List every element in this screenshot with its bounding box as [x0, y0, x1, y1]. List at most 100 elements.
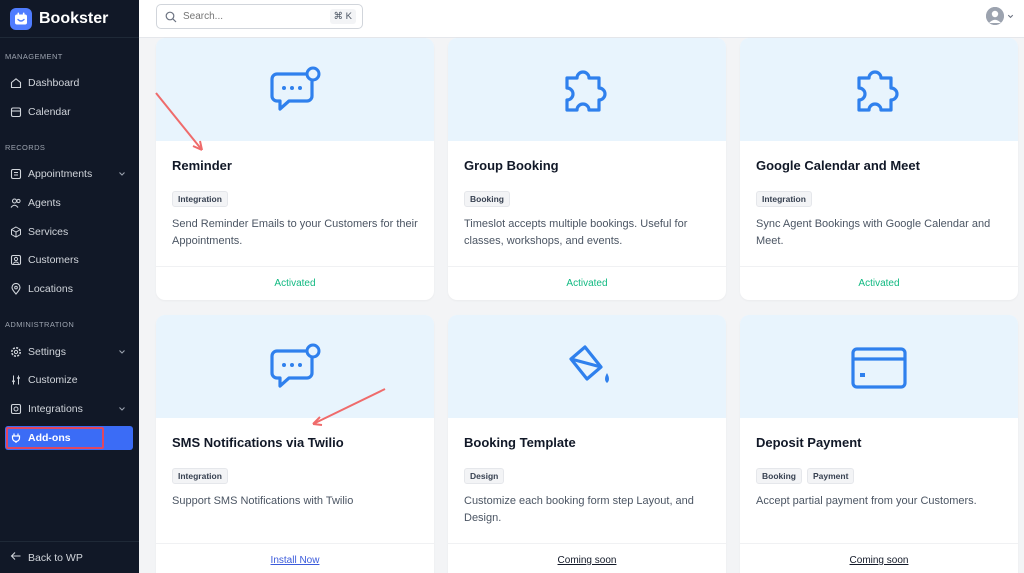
tag: Booking — [756, 468, 802, 484]
card-description: Timeslot accepts multiple bookings. Usef… — [464, 218, 688, 247]
status-activated: Activated — [274, 278, 316, 289]
card-description: Send Reminder Emails to your Customers f… — [172, 218, 418, 247]
addon-card-google-calendar: Google Calendar and Meet Integration Syn… — [740, 38, 1018, 300]
card-footer: Activated — [448, 266, 726, 300]
tag: Design — [464, 468, 505, 484]
sidebar-item-label: Settings — [28, 346, 66, 358]
sidebar-item-label: Customers — [28, 254, 79, 266]
brand[interactable]: Bookster — [0, 0, 139, 38]
sidebar-item-label: Services — [28, 226, 69, 238]
card-banner — [448, 38, 726, 141]
chevron-down-icon[interactable] — [117, 347, 127, 357]
arrow-left-icon — [10, 550, 22, 565]
sidebar-item-label: Appointments — [28, 168, 93, 180]
coming-soon-link[interactable]: Coming soon — [558, 555, 617, 566]
tag: Integration — [172, 468, 228, 484]
card-title: Google Calendar and Meet — [756, 158, 920, 173]
card-title: Group Booking — [464, 158, 559, 173]
sidebar-item-agents[interactable]: Agents — [5, 191, 133, 215]
tag: Payment — [807, 468, 855, 484]
card-title: SMS Notifications via Twilio — [172, 435, 344, 450]
section-label-records: RECORDS — [5, 143, 46, 152]
topbar: ⌘ K — [139, 0, 1024, 38]
sidebar-item-settings[interactable]: Settings — [5, 340, 133, 364]
card-tags: Integration — [172, 191, 228, 207]
card-description: Accept partial payment from your Custome… — [756, 495, 977, 507]
card-title: Booking Template — [464, 435, 576, 450]
home-icon — [10, 77, 22, 89]
card-tags: Integration — [172, 468, 228, 484]
search-shortcut-badge: ⌘ K — [329, 9, 356, 24]
card-title: Deposit Payment — [756, 435, 862, 450]
card-footer: Activated — [156, 266, 434, 300]
search-box[interactable]: ⌘ K — [156, 4, 363, 29]
card-banner — [740, 38, 1018, 141]
status-activated: Activated — [858, 278, 900, 289]
card-footer: Install Now — [156, 543, 434, 573]
sidebar-item-calendar[interactable]: Calendar — [5, 100, 133, 124]
tag: Integration — [756, 191, 812, 207]
addon-card-group-booking: Group Booking Booking Timeslot accepts m… — [448, 38, 726, 300]
card-tags: Booking Payment — [756, 468, 855, 484]
sidebar-item-appointments[interactable]: Appointments — [5, 162, 133, 186]
card-tags: Booking — [464, 191, 510, 207]
back-to-wp-link[interactable]: Back to WP — [0, 541, 139, 573]
sidebar-item-integrations[interactable]: Integrations — [5, 397, 133, 421]
sidebar-item-label: Dashboard — [28, 77, 80, 89]
chevron-down-icon[interactable] — [117, 169, 127, 179]
puzzle-icon — [565, 69, 607, 112]
sidebar-item-customers[interactable]: Customers — [5, 248, 133, 272]
card-banner — [156, 38, 434, 141]
customer-icon — [10, 254, 22, 266]
integrations-icon — [10, 403, 22, 415]
avatar — [986, 7, 1004, 25]
user-menu[interactable] — [986, 7, 1015, 25]
location-icon — [10, 283, 22, 295]
sidebar-item-label: Locations — [28, 283, 73, 295]
section-label-management: MANAGEMENT — [5, 52, 63, 61]
card-description: Customize each booking form step Layout,… — [464, 495, 694, 524]
appointments-icon — [10, 168, 22, 180]
card-description: Support SMS Notifications with Twilio — [172, 495, 354, 507]
search-input[interactable] — [183, 11, 323, 22]
card-title: Reminder — [172, 158, 232, 173]
chevron-down-icon[interactable] — [117, 404, 127, 414]
plug-icon — [10, 432, 22, 444]
puzzle-icon — [857, 69, 899, 112]
sliders-icon — [10, 374, 22, 386]
status-activated: Activated — [566, 278, 608, 289]
coming-soon-link[interactable]: Coming soon — [850, 555, 909, 566]
credit-card-icon — [851, 346, 907, 389]
message-notification-icon — [270, 66, 321, 111]
addon-card-booking-template: Booking Template Design Customize each b… — [448, 315, 726, 573]
sidebar-item-label: Customize — [28, 374, 78, 386]
bookster-logo-icon — [10, 7, 32, 30]
section-label-administration: ADMINISTRATION — [5, 320, 75, 329]
card-description: Sync Agent Bookings with Google Calendar… — [756, 218, 991, 247]
sidebar-item-locations[interactable]: Locations — [5, 277, 133, 301]
back-to-wp-label: Back to WP — [28, 551, 83, 564]
sidebar-item-label: Calendar — [28, 106, 71, 118]
sidebar-item-addons[interactable]: Add-ons — [5, 426, 133, 450]
chevron-down-icon — [1007, 14, 1014, 18]
install-now-link[interactable]: Install Now — [271, 555, 320, 566]
addon-card-sms-twilio: SMS Notifications via Twilio Integration… — [156, 315, 434, 573]
card-footer: Activated — [740, 266, 1018, 300]
sidebar-item-label: Add-ons — [28, 432, 71, 444]
agents-icon — [10, 197, 22, 209]
addon-card-deposit-payment: Deposit Payment Booking Payment Accept p… — [740, 315, 1018, 573]
brand-name: Bookster — [39, 9, 109, 27]
paint-bucket-icon — [569, 344, 609, 383]
tag: Booking — [464, 191, 510, 207]
sidebar-item-services[interactable]: Services — [5, 220, 133, 244]
addon-card-reminder: Reminder Integration Send Reminder Email… — [156, 38, 434, 300]
card-banner — [156, 315, 434, 418]
card-banner — [448, 315, 726, 418]
card-tags: Design — [464, 468, 505, 484]
gear-icon — [10, 346, 22, 358]
sidebar-item-label: Integrations — [28, 403, 83, 415]
sidebar-item-dashboard[interactable]: Dashboard — [5, 71, 133, 95]
card-footer: Coming soon — [740, 543, 1018, 573]
sidebar-item-customize[interactable]: Customize — [5, 368, 133, 392]
message-notification-icon — [270, 343, 321, 388]
